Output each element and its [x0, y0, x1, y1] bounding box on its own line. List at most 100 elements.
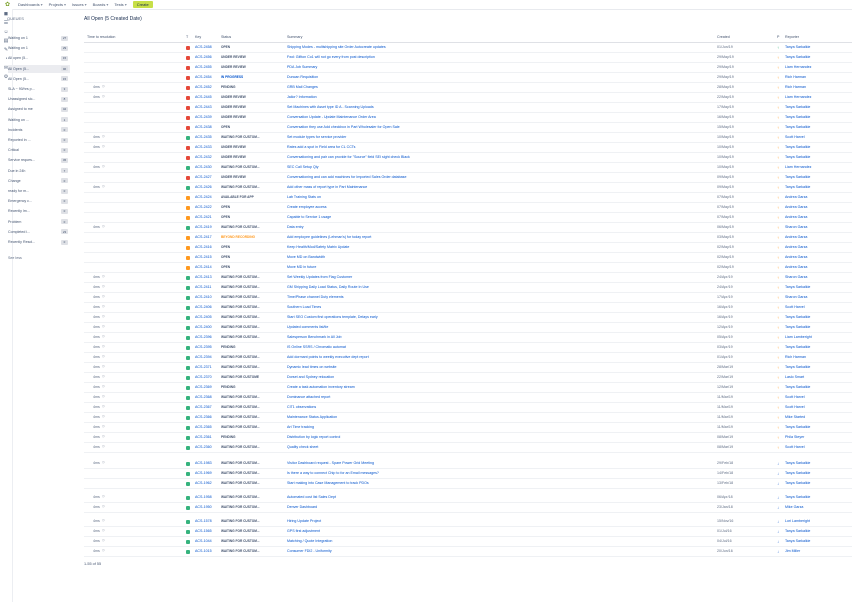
issue-key-link[interactable]: ACS-2410 — [195, 295, 223, 299]
table-row[interactable]: 4ms ◷ ACS-2406 WAITING FOR CUSTOM... Souther… — [84, 303, 852, 313]
table-row[interactable]: ACS-2454 IN PROGRESS Duncan Requisition 29/… — [84, 73, 852, 83]
reporter-link[interactable]: Tanya Sarkalkie — [785, 385, 851, 389]
reporter-link[interactable]: Sharon Garza — [785, 295, 851, 299]
issue-summary-link[interactable]: Conversationing and pair can provide for… — [287, 155, 697, 159]
issue-key-link[interactable]: ACS-2396 — [195, 335, 223, 339]
issue-summary-link[interactable]: Conversation they use Add checkbox in Pa… — [287, 125, 697, 129]
table-row[interactable]: ACS-2443 UNDER REVIEW Set Machines with As… — [84, 103, 852, 113]
issue-key-link[interactable]: ACS-2455 — [195, 65, 223, 69]
table-row[interactable]: 4ms ◷ ACS-1983 WAITING FOR CUSTOM... Visitor… — [84, 459, 852, 469]
table-row[interactable]: ACS-1969 WAITING FOR CUSTOM... Is there a … — [84, 469, 852, 479]
issue-key-link[interactable]: ACS-2445 — [195, 95, 223, 99]
issue-key-link[interactable]: ACS-2405 — [195, 315, 223, 319]
issue-key-link[interactable]: ACS-1983 — [195, 461, 223, 465]
nav-issues[interactable]: Issues▾ — [72, 2, 87, 7]
table-row[interactable]: 4ms ◷ ACS-2426 WAITING FOR CUSTOM... Add oth… — [84, 183, 852, 193]
table-row[interactable]: 4ms ◷ ACS-2371 WAITING FOR CUSTOM... Dynamic… — [84, 363, 852, 373]
issue-key-link[interactable]: ACS-2369 — [195, 385, 223, 389]
table-row[interactable]: 4ms ◷ ACS-2360 WAITING FOR CUSTOM... Quality… — [84, 443, 852, 453]
reporter-link[interactable]: Sharon Garza — [785, 225, 851, 229]
reporter-link[interactable]: Scott Harvel — [785, 445, 851, 449]
reporter-link[interactable]: Mike Garza — [785, 505, 851, 509]
issue-key-link[interactable]: ACS-1958 — [195, 495, 223, 499]
issue-key-link[interactable]: ACS-1950 — [195, 505, 223, 509]
reporter-link[interactable]: Andrea Garza — [785, 265, 851, 269]
issue-key-link[interactable]: ACS-2456 — [195, 55, 223, 59]
reporter-link[interactable]: Tanya Sarkalkie — [785, 285, 851, 289]
reporter-link[interactable]: Tanya Sarkalkie — [785, 315, 851, 319]
table-row[interactable]: 4ms ◷ ACS-1015 WAITING FOR CUSTOM... Consume… — [84, 547, 852, 557]
header-priority[interactable]: P — [777, 35, 779, 39]
issue-summary-link[interactable]: Is there a way to connect Chip to for an… — [287, 471, 697, 475]
issue-key-link[interactable]: ACS-2438 — [195, 125, 223, 129]
issue-summary-link[interactable]: Duncan Requisition — [287, 75, 697, 79]
header-status[interactable]: Status — [221, 35, 231, 39]
reporter-link[interactable]: Tanya Sarkalkie — [785, 325, 851, 329]
reporter-link[interactable]: Andrea Garza — [785, 245, 851, 249]
issue-key-link[interactable]: ACS-2432 — [195, 155, 223, 159]
queue-item[interactable]: Recently lm... 0 — [8, 207, 70, 215]
nav-projects[interactable]: Projects▾ — [49, 2, 66, 7]
reporter-link[interactable]: Tanya Sarkalkie — [785, 425, 851, 429]
issue-key-link[interactable]: ACS-1578 — [195, 519, 223, 523]
issue-summary-link[interactable]: Start making into Case Management to tra… — [287, 481, 697, 485]
issue-summary-link[interactable]: Add employee guidelines (Lehman's) for t… — [287, 235, 697, 239]
table-row[interactable]: 4ms ◷ ACS-2361 PENDING Distribution by logic… — [84, 433, 852, 443]
issue-key-link[interactable]: ACS-2430 — [195, 165, 223, 169]
reporter-link[interactable]: Rich Harman — [785, 85, 851, 89]
table-row[interactable]: 4ms ◷ ACS-1958 WAITING FOR CUSTOM... Automat… — [84, 493, 852, 503]
table-row[interactable]: ACS-2414 OPEN Move MD in future 02/May/19 ↑ A… — [84, 263, 852, 273]
issue-summary-link[interactable]: PDA Job Summary — [287, 65, 697, 69]
reporter-link[interactable]: Tanya Sarkalkie — [785, 55, 851, 59]
reporter-link[interactable]: Mike Started — [785, 415, 851, 419]
reporter-link[interactable]: Tanya Sarkalkie — [785, 45, 851, 49]
table-row[interactable]: 4ms ◷ ACS-2400 WAITING FOR CUSTOM... Updated… — [84, 323, 852, 333]
issue-key-link[interactable]: ACS-2435 — [195, 135, 223, 139]
issue-key-link[interactable]: ACS-2427 — [195, 175, 223, 179]
issue-key-link[interactable]: ACS-2411 — [195, 285, 223, 289]
table-row[interactable]: 4ms ◷ ACS-1565 WAITING FOR CUSTOM... GPS fir… — [84, 527, 852, 537]
queue-item[interactable]: Emergency c... 0 — [8, 197, 70, 205]
issue-summary-link[interactable]: Conversation Update - Update Maintenance… — [287, 115, 697, 119]
issue-summary-link[interactable]: IS Online SSRS / Chromatic automat — [287, 345, 697, 349]
issue-key-link[interactable]: ACS-2368 — [195, 395, 223, 399]
reporter-link[interactable]: Liam Hernandez — [785, 95, 851, 99]
reporter-link[interactable]: Tanya Sarkalkie — [785, 175, 851, 179]
queue-item[interactable]: All Open (5... 96 — [8, 64, 70, 73]
reporter-link[interactable]: Scott Harvel — [785, 305, 851, 309]
header-key[interactable]: Key — [195, 35, 201, 39]
table-row[interactable]: ACS-2422 OPEN Create employee access 07/May… — [84, 203, 852, 213]
issue-summary-link[interactable]: Dynamic lead times on website — [287, 365, 697, 369]
issue-key-link[interactable]: ACS-1969 — [195, 471, 223, 475]
issue-key-link[interactable]: ACS-2370 — [195, 375, 223, 379]
issue-summary-link[interactable]: Capable to Service 1 usage — [287, 215, 697, 219]
queue-item[interactable]: Waiting on 1 27 — [8, 34, 70, 42]
issue-summary-link[interactable]: Jailor? Information — [287, 95, 697, 99]
issue-key-link[interactable]: ACS-1044 — [195, 539, 223, 543]
issue-summary-link[interactable]: CIT1 observations — [287, 405, 697, 409]
queue-item[interactable]: Recently Resol... 0 — [8, 238, 70, 246]
issue-key-link[interactable]: ACS-2413 — [195, 275, 223, 279]
reporter-link[interactable]: Andrea Garza — [785, 235, 851, 239]
queue-item[interactable]: Reported in ... 0 — [8, 136, 70, 144]
table-row[interactable]: 4ms ◷ ACS-2369 PENDING Create a task automat… — [84, 383, 852, 393]
issue-summary-link[interactable]: Dominance attached report — [287, 395, 697, 399]
queue-item[interactable]: Waiting on ... 1 — [8, 116, 70, 124]
table-row[interactable]: 4ms ◷ ACS-2410 WAITING FOR CUSTOM... Time/Ph… — [84, 293, 852, 303]
queue-item[interactable]: Waiting on 1 29 — [8, 44, 70, 52]
reporter-link[interactable]: Tanya Sarkalkie — [785, 471, 851, 475]
reporter-link[interactable]: Liam Hernandez — [785, 165, 851, 169]
reporter-link[interactable]: Tanya Sarkalkie — [785, 495, 851, 499]
issue-key-link[interactable]: ACS-2422 — [195, 205, 223, 209]
queue-item[interactable]: Problem 0 — [8, 218, 70, 226]
table-row[interactable]: 4ms ◷ ACS-2370 WAITING FOR CUSTOME Dorset an… — [84, 373, 852, 383]
reporter-link[interactable]: Tanya Sarkalkie — [785, 365, 851, 369]
issue-summary-link[interactable]: Hiring Update Project — [287, 519, 697, 523]
header-reporter[interactable]: Reporter — [785, 35, 799, 39]
table-row[interactable]: ACS-2421 OPEN Capable to Service 1 usage 07… — [84, 213, 852, 223]
table-row[interactable]: 4ms ◷ ACS-2445 UNDER REVIEW Jailor? Informat… — [84, 93, 852, 103]
issue-summary-link[interactable]: Matching / Quote Integration — [287, 539, 697, 543]
issue-summary-link[interactable]: Visitor Dashboard request - Spare Power … — [287, 461, 697, 465]
issue-summary-link[interactable]: Move MD in future — [287, 265, 697, 269]
reporter-link[interactable]: Lori Lamberight — [785, 519, 851, 523]
